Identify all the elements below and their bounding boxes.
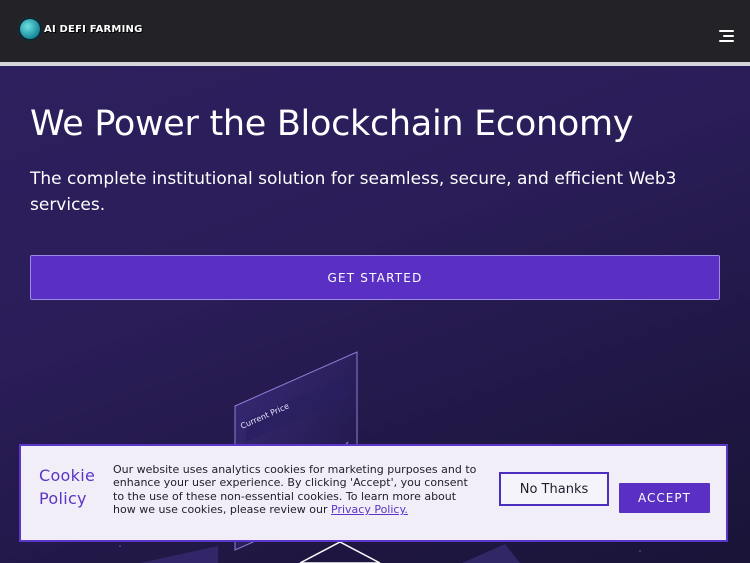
logo-icon [18, 17, 42, 41]
hamburger-menu-icon[interactable] [719, 30, 734, 42]
get-started-button[interactable]: GET STARTED [30, 255, 720, 300]
hero-title: We Power the Blockchain Economy [30, 104, 634, 144]
cookie-banner: Cookie Policy Our website uses analytics… [19, 444, 728, 542]
accept-button[interactable]: ACCEPT [619, 483, 710, 513]
cookie-banner-text: Our website uses analytics cookies for m… [113, 463, 479, 517]
logo-text: AI DEFI FARMING [44, 23, 143, 35]
cookie-banner-body: Our website uses analytics cookies for m… [113, 463, 477, 517]
no-thanks-button[interactable]: No Thanks [499, 472, 609, 506]
top-navbar: AI DEFI FARMING [0, 0, 750, 62]
hero-subtitle: The complete institutional solution for … [30, 169, 677, 215]
site-logo[interactable]: AI DEFI FARMING [18, 17, 142, 41]
cookie-banner-title: Cookie Policy [39, 466, 96, 508]
privacy-policy-link[interactable]: Privacy Policy. [331, 503, 408, 516]
